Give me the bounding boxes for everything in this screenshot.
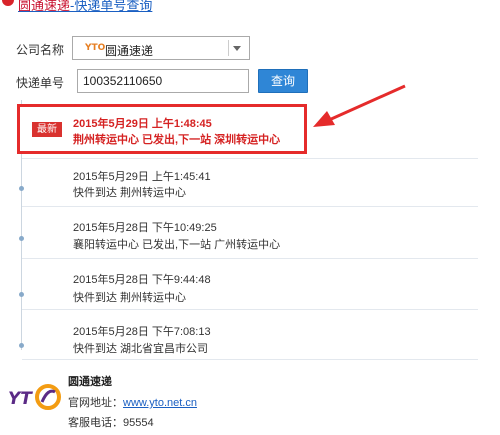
annotation-arrow-icon xyxy=(313,84,406,127)
website-link[interactable]: www.yto.net.cn xyxy=(123,397,197,409)
separator xyxy=(22,206,478,207)
page-header: 圆通速递-快递单号查询 xyxy=(0,0,500,14)
event-description: 快件到达 荆州转运中心 xyxy=(73,292,187,304)
website-label: 官网地址： xyxy=(68,397,123,409)
phone-label: 客服电话： xyxy=(68,417,123,429)
event-description: 襄阳转运中心 已发出,下一站 广州转运中心 xyxy=(73,239,281,251)
latest-event-time: 2015年5月29日 上午1:48:45 xyxy=(73,118,212,130)
footer-phone: 客服电话：95554 xyxy=(68,414,154,430)
yto-logo-icon: YTO xyxy=(85,43,106,53)
event-time: 2015年5月28日 下午10:49:25 xyxy=(73,222,217,234)
header-suffix[interactable]: -快递单号查询 xyxy=(70,0,152,13)
tracking-number-input[interactable]: 100352110650 xyxy=(77,69,249,93)
company-label: 公司名称 xyxy=(16,43,65,57)
svg-text:YT: YT xyxy=(8,389,33,409)
footer-company-name: 圆通速递 xyxy=(68,376,112,388)
header-company[interactable]: 圆通速递 xyxy=(18,0,70,13)
timeline-dot xyxy=(19,186,24,191)
timeline-dot xyxy=(19,292,24,297)
latest-event-description: 荆州转运中心 已发出,下一站 深圳转运中心 xyxy=(73,134,281,146)
event-time: 2015年5月28日 下午9:44:48 xyxy=(73,274,211,286)
phone-number: 95554 xyxy=(123,417,154,429)
yto-logo-icon: YT xyxy=(8,384,61,410)
separator xyxy=(22,158,478,159)
company-select-value: 圆通速递 xyxy=(105,44,154,58)
event-time: 2015年5月29日 上午1:45:41 xyxy=(73,171,211,183)
timeline-dot xyxy=(19,236,24,241)
separator xyxy=(22,359,478,360)
yto-icon xyxy=(2,0,14,6)
company-select[interactable]: YTO 圆通速递 xyxy=(72,36,250,60)
page-title-link[interactable]: 圆通速递-快递单号查询 xyxy=(18,0,152,14)
latest-badge: 最新 xyxy=(32,122,62,137)
event-description: 快件到达 湖北省宜昌市公司 xyxy=(73,343,209,355)
tracking-label: 快递单号 xyxy=(16,76,65,90)
timeline-dot xyxy=(19,343,24,348)
separator xyxy=(22,258,478,259)
select-divider xyxy=(228,40,229,56)
event-description: 快件到达 荆州转运中心 xyxy=(73,187,187,199)
chevron-down-icon[interactable] xyxy=(233,46,241,51)
query-button[interactable]: 查询 xyxy=(258,69,308,93)
separator xyxy=(22,309,478,310)
event-time: 2015年5月28日 下午7:08:13 xyxy=(73,326,211,338)
footer-website: 官网地址：www.yto.net.cn xyxy=(68,394,197,410)
